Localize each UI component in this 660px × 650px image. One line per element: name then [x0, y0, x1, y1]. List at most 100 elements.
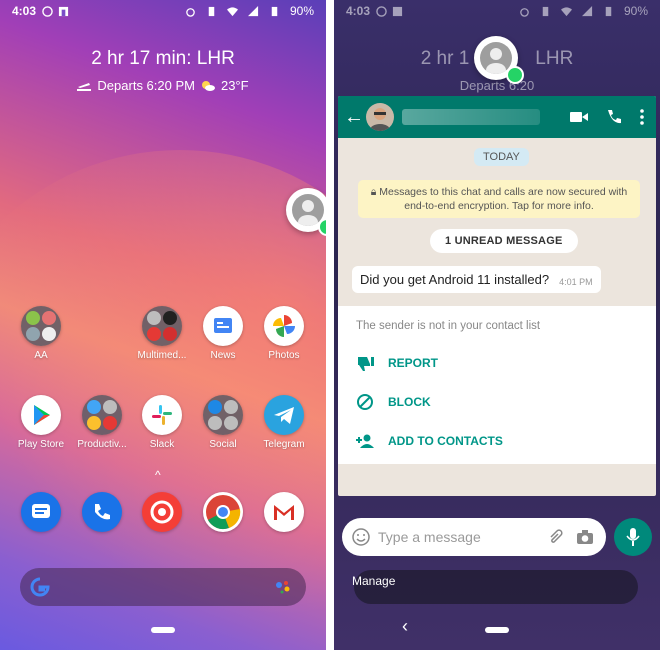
folder-multimedia[interactable]: Multimed... [132, 306, 192, 361]
home-gesture-pill[interactable] [485, 627, 509, 633]
app-photos[interactable]: Photos [254, 306, 314, 361]
alarm-icon [520, 7, 529, 17]
status-bar: 4:03 90% [0, 0, 326, 22]
emoji-icon[interactable] [352, 528, 370, 546]
folder-icon [142, 306, 182, 346]
app-label: Productiv... [77, 439, 127, 450]
flight-details: Departs 6:20 [334, 78, 660, 93]
telegram-icon [264, 395, 304, 435]
wifi-icon [560, 6, 572, 16]
whatsapp-chat-popup: ← TODAY 🔒︎ Messages to this chat and cal… [338, 96, 656, 496]
wifi-icon [226, 6, 238, 16]
message-input-placeholder[interactable]: Type a message [378, 529, 481, 545]
app-news[interactable]: News [193, 306, 253, 361]
app-slack[interactable]: Slack [132, 395, 192, 450]
incoming-message[interactable]: Did you get Android 11 installed? 4:01 P… [352, 266, 601, 293]
report-label: REPORT [388, 356, 439, 370]
departs-text: Departs 6:20 PM [97, 78, 195, 93]
unread-divider: 1 UNREAD MESSAGE [430, 229, 578, 253]
app-pocket-casts[interactable] [132, 492, 192, 532]
slack-icon [142, 395, 182, 435]
mic-icon [626, 528, 640, 546]
home-screen: 4:03 90% 2 hr 17 min: LHR Departs 6:20 P… [0, 0, 326, 650]
flight-details: Departs 6:20 PM 23°F [0, 78, 326, 93]
voice-call-icon[interactable] [606, 109, 622, 125]
manage-bubbles-link[interactable]: Manage [352, 574, 395, 588]
camera-icon[interactable] [576, 529, 594, 545]
folder-aa[interactable]: AA [11, 306, 71, 361]
play-store-icon [21, 395, 61, 435]
encryption-notice[interactable]: 🔒︎ Messages to this chat and calls are n… [358, 180, 640, 218]
whatsapp-badge-icon [506, 66, 524, 84]
back-nav-button[interactable]: ‹ [402, 616, 408, 637]
temperature-text: 23°F [220, 78, 249, 93]
more-options-icon[interactable] [640, 109, 644, 125]
contact-photo[interactable] [366, 103, 394, 131]
whatsapp-notification-icon [42, 5, 53, 17]
folder-icon [203, 395, 243, 435]
app-messages[interactable] [11, 492, 71, 532]
block-icon [357, 394, 373, 410]
app-phone[interactable] [72, 492, 132, 532]
messages-icon [21, 492, 61, 532]
thumbs-down-icon [358, 357, 374, 371]
whatsapp-bubble-screen: 4:03 90% 2 hr 1 LHR Departs 6:20 ← TODAY… [334, 0, 660, 650]
battery-icon [271, 6, 278, 16]
folder-icon [82, 395, 122, 435]
whatsapp-notification-icon [376, 5, 387, 17]
battery-icon [605, 6, 612, 16]
app-chrome[interactable] [193, 492, 253, 532]
app-notification-icon [392, 6, 403, 16]
back-arrow-icon[interactable]: ← [344, 106, 364, 129]
whatsapp-chat-bubble[interactable] [286, 188, 326, 236]
home-gesture-pill[interactable] [151, 627, 175, 633]
signal-icon [247, 5, 259, 16]
message-text: Did you get Android 11 installed? [360, 272, 550, 287]
chat-header: ← [338, 96, 656, 138]
report-button[interactable]: REPORT [356, 354, 438, 372]
app-play-store[interactable]: Play Store [11, 395, 71, 450]
assistant-icon[interactable] [274, 578, 292, 596]
app-notification-icon [58, 6, 69, 16]
encryption-text: Messages to this chat and calls are now … [379, 186, 628, 212]
voice-message-button[interactable] [614, 518, 652, 556]
plane-icon [77, 82, 92, 91]
phone-icon [82, 492, 122, 532]
departs-text: Departs 6:20 [459, 78, 535, 93]
battery-percent: 90% [289, 4, 314, 18]
folder-icon [21, 306, 61, 346]
app-telegram[interactable]: Telegram [254, 395, 314, 450]
chrome-icon [203, 492, 243, 532]
app-drawer-caret[interactable]: ^ [155, 468, 161, 482]
signal-icon [581, 5, 593, 16]
folder-social[interactable]: Social [193, 395, 253, 450]
block-button[interactable]: BLOCK [356, 393, 431, 411]
gmail-icon [264, 492, 304, 532]
pocket-casts-icon [142, 492, 182, 532]
status-time: 4:03 [12, 4, 37, 18]
app-gmail[interactable] [254, 492, 314, 532]
unknown-sender-panel: The sender is not in your contact list R… [338, 306, 656, 464]
app-label: Slack [149, 439, 175, 450]
add-person-icon [356, 434, 374, 448]
screenshot-divider [326, 0, 334, 650]
status-bar: 4:03 90% [334, 0, 660, 22]
folder-productivity[interactable]: Productiv... [72, 395, 132, 450]
message-composer[interactable]: Type a message [342, 518, 606, 556]
lock-icon: 🔒︎ [370, 186, 380, 198]
sender-note: The sender is not in your contact list [356, 320, 541, 332]
google-search-bar[interactable] [20, 568, 306, 606]
message-time: 4:01 PM [559, 277, 593, 287]
attach-icon[interactable] [546, 528, 564, 546]
flight-title-start: 2 hr 1 [420, 48, 470, 69]
header-actions [570, 109, 644, 125]
vibrate-icon [208, 6, 215, 16]
google-search-bar-dimmed [354, 570, 638, 604]
app-label: Telegram [263, 439, 305, 450]
whatsapp-chat-bubble[interactable] [474, 36, 524, 84]
app-label: AA [34, 350, 48, 361]
video-call-icon[interactable] [570, 111, 588, 123]
app-label: Multimed... [137, 350, 187, 361]
contact-name-redacted[interactable] [402, 109, 540, 125]
add-to-contacts-button[interactable]: ADD TO CONTACTS [356, 432, 503, 450]
